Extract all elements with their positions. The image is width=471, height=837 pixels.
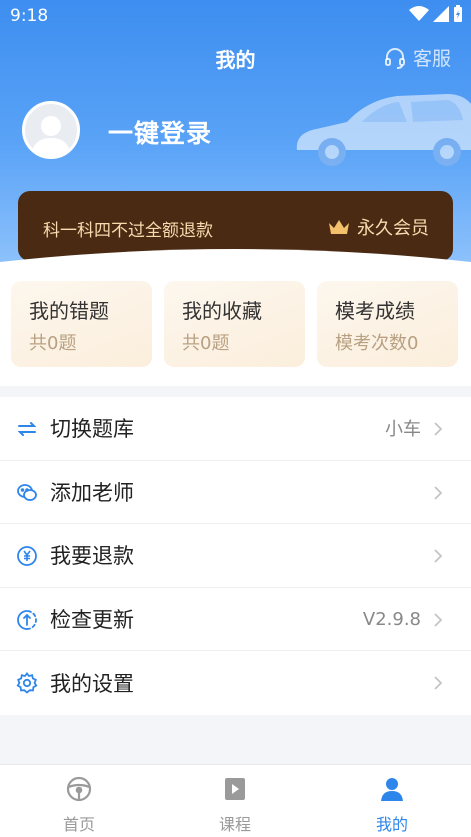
chevron-right-icon — [434, 485, 443, 500]
customer-service-button[interactable]: 客服 — [383, 44, 451, 71]
wrong-questions-card[interactable]: 我的错题 共0题 — [11, 281, 152, 367]
chevron-right-icon — [434, 422, 443, 436]
update-icon — [17, 609, 37, 630]
wifi-icon — [409, 6, 429, 21]
bottom-tab-bar: 首页 课程 我的 — [0, 764, 471, 837]
mock-exam-scores-card[interactable]: 模考成绩 模考次数0 — [317, 281, 458, 367]
stat-count: 共0题 — [29, 333, 77, 354]
menu-label: 检查更新 — [50, 608, 134, 633]
tab-courses[interactable]: 课程 — [185, 775, 285, 835]
settings-menu: 切换题库 小车 添加老师 我要退款 检查更新 V2.9.8 我的设置 — [0, 397, 471, 715]
tab-mine[interactable]: 我的 — [342, 775, 442, 835]
status-time: 9:18 — [10, 6, 49, 26]
tab-home[interactable]: 首页 — [29, 775, 129, 835]
chevron-right-icon — [434, 676, 443, 691]
menu-label: 切换题库 — [50, 417, 134, 442]
menu-label: 我要退款 — [50, 544, 134, 569]
wechat-icon — [17, 483, 37, 501]
favorites-card[interactable]: 我的收藏 共0题 — [164, 281, 305, 367]
vip-badge: 永久会员 — [327, 214, 429, 240]
menu-item-switch-bank[interactable]: 切换题库 小车 — [0, 397, 471, 461]
header: 9:18 我的 客服 一键登录 科一科四不过全额退款 永久会员 — [0, 0, 471, 262]
refund-icon — [17, 546, 37, 567]
stat-title: 我的错题 — [29, 299, 109, 323]
chevron-right-icon — [434, 549, 443, 563]
crown-icon — [329, 220, 349, 234]
menu-item-check-update[interactable]: 检查更新 V2.9.8 — [0, 588, 471, 652]
app-version: V2.9.8 — [362, 608, 421, 630]
vip-badge-label: 永久会员 — [357, 218, 429, 239]
menu-item-settings[interactable]: 我的设置 — [0, 651, 471, 715]
battery-icon — [454, 5, 462, 22]
stat-count: 共0题 — [182, 333, 230, 354]
menu-item-add-teacher[interactable]: 添加老师 — [0, 461, 471, 525]
menu-item-refund[interactable]: 我要退款 — [0, 524, 471, 588]
steering-wheel-icon — [66, 776, 92, 802]
menu-label: 我的设置 — [50, 672, 134, 697]
stat-count: 模考次数0 — [335, 333, 419, 354]
header-curve — [0, 249, 471, 262]
status-bar: 9:18 — [0, 0, 471, 32]
default-avatar-icon — [31, 116, 71, 156]
switch-icon — [17, 422, 37, 436]
car-illustration — [296, 94, 471, 166]
tab-label: 课程 — [218, 815, 251, 834]
stat-title: 模考成绩 — [335, 299, 415, 323]
course-icon — [225, 778, 245, 800]
settings-icon — [16, 672, 38, 695]
stats-area: 我的错题 共0题 我的收藏 共0题 模考成绩 模考次数0 — [0, 262, 471, 386]
headset-icon — [384, 47, 405, 69]
customer-service-label: 客服 — [412, 48, 451, 70]
tab-label: 首页 — [62, 815, 95, 834]
signal-icon — [433, 6, 449, 22]
chevron-right-icon — [434, 613, 443, 627]
avatar[interactable] — [22, 101, 80, 159]
status-icons — [409, 5, 463, 23]
user-icon — [381, 778, 403, 801]
menu-value: 小车 — [385, 419, 421, 441]
tab-label: 我的 — [375, 815, 408, 834]
stat-title: 我的收藏 — [182, 299, 262, 323]
menu-label: 添加老师 — [50, 480, 134, 505]
one-click-login-button[interactable]: 一键登录 — [108, 114, 212, 150]
